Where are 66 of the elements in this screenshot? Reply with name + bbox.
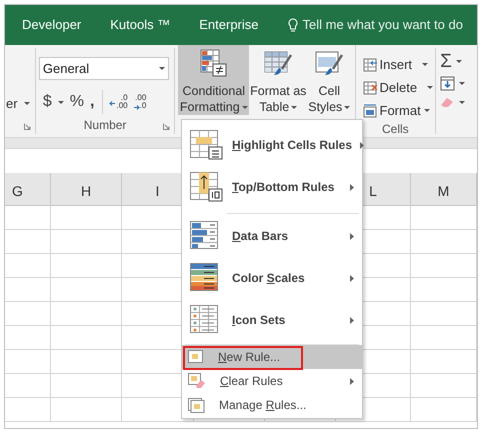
submenu-arrow-icon <box>350 274 354 282</box>
comma-button[interactable]: , <box>90 90 104 114</box>
column-header[interactable]: L <box>369 181 377 202</box>
submenu-arrow-icon <box>350 378 354 384</box>
menu-item[interactable]: Manage Rules... <box>182 393 362 417</box>
submenu-arrow-icon <box>360 142 364 148</box>
arrow-icon <box>109 100 116 106</box>
menu-item[interactable]: Highlight Cells Rules <box>182 124 362 166</box>
caret-icon <box>459 82 466 85</box>
delete-cells-icon <box>362 80 377 94</box>
caret-icon <box>291 106 298 108</box>
ribbon-tab[interactable]: Enterprise <box>199 15 258 35</box>
format-cells-icon <box>362 104 377 118</box>
group-label: Number <box>84 117 126 134</box>
menu-item[interactable]: Data Bars <box>182 215 362 257</box>
manage-rules-icon <box>188 398 205 412</box>
dialog-launcher-icon <box>24 123 31 130</box>
caret-icon <box>58 100 64 104</box>
caret-icon <box>158 67 165 70</box>
submenu-arrow-icon <box>350 184 354 190</box>
group-label: Cells <box>382 121 409 138</box>
currency-button[interactable]: $ <box>42 90 52 114</box>
percent-button[interactable]: % <box>70 90 84 114</box>
alignment-label[interactable]: er <box>6 94 18 114</box>
eraser-icon <box>440 96 456 108</box>
top-bottom-icon <box>190 172 224 202</box>
ribbon-tab[interactable]: Kutools ™ <box>110 15 170 35</box>
format-as-table-button[interactable]: Format as Table <box>251 45 306 115</box>
insert-cells-icon <box>362 58 377 72</box>
submenu-arrow-icon <box>350 316 354 324</box>
autosum-button[interactable]: Σ <box>440 52 452 71</box>
menu-item[interactable]: Color Scales <box>182 257 362 299</box>
number-format-dropdown[interactable]: General <box>38 57 169 80</box>
cell-styles-button[interactable]: Cell Styles <box>307 45 352 115</box>
menu-item[interactable]: Icon Sets <box>182 299 362 341</box>
eraser-grid-icon <box>188 373 206 389</box>
caret-icon <box>344 106 350 108</box>
column-header[interactable]: G <box>12 181 23 202</box>
column-header[interactable]: I <box>156 181 160 202</box>
dialog-launcher-icon <box>163 123 170 130</box>
menu-item[interactable]: Clear Rules <box>182 369 362 393</box>
arrow-icon <box>134 104 140 110</box>
caret-icon <box>24 102 30 106</box>
cells-button[interactable]: Delete <box>362 78 436 97</box>
tell-me-search-field[interactable]: Tell me what you want to do <box>302 15 463 35</box>
increase-decimal-button[interactable]: .0 .00 <box>109 94 128 110</box>
submenu-arrow-icon <box>350 232 354 240</box>
conditional-formatting-button[interactable]: Conditional Formatting <box>178 45 250 115</box>
menu-item[interactable]: New Rule... <box>182 345 362 369</box>
fill-down-icon <box>440 76 456 91</box>
highlight-cells-icon <box>190 130 224 160</box>
column-header[interactable]: M <box>438 181 450 202</box>
lightbulb-icon <box>288 18 298 32</box>
caret-icon <box>459 100 466 104</box>
bar-grid-icon <box>198 49 229 79</box>
column-header[interactable]: H <box>80 181 92 202</box>
cells-button[interactable]: Insert <box>362 55 436 74</box>
caret-icon <box>427 86 434 89</box>
ribbon-tab[interactable]: Developer <box>22 15 82 35</box>
caret-icon <box>456 60 462 63</box>
caret-icon <box>424 109 430 112</box>
menu-item[interactable]: Top/Bottom Rules <box>182 166 362 208</box>
cells-button[interactable]: Format <box>362 101 436 120</box>
decrease-decimal-button[interactable]: .00 .0 <box>134 94 146 110</box>
caret-icon <box>422 63 428 66</box>
caret-icon <box>242 106 248 108</box>
